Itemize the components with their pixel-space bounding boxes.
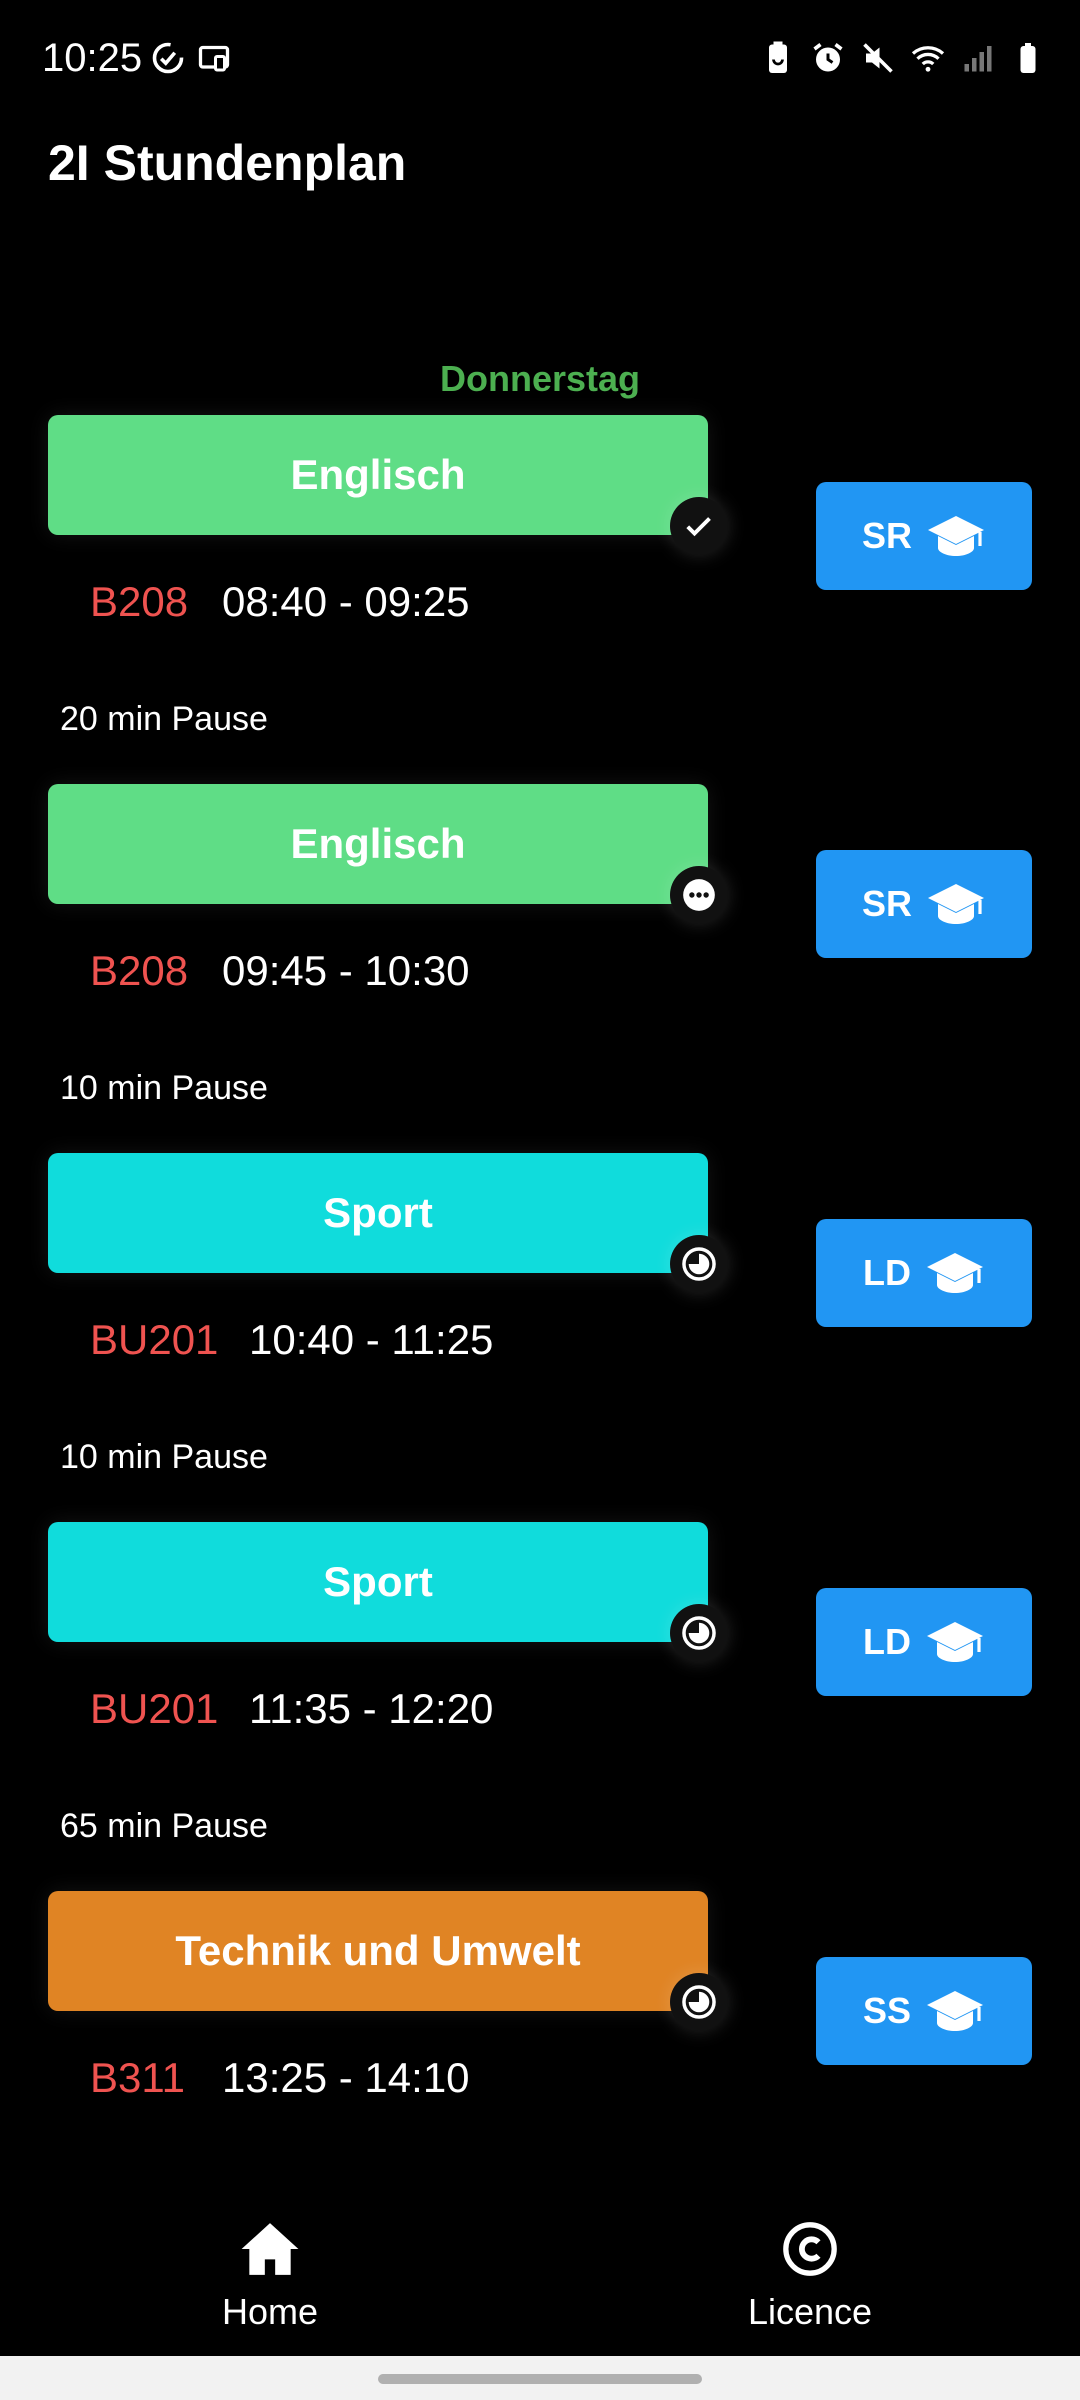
teacher-button[interactable]: LD [816,1219,1032,1327]
app-title: 2I Stundenplan [48,135,407,191]
teacher-initials: LD [863,1621,911,1662]
teacher-button[interactable]: SR [816,482,1032,590]
graduation-cap-icon [927,1622,983,1662]
lesson-card[interactable]: Sport [48,1153,708,1273]
status-time: 10:25 [42,36,143,80]
signal-icon [964,46,992,72]
graduation-cap-icon [928,516,984,556]
nav-home[interactable]: Home [120,2220,420,2333]
pending-icon [682,1616,716,1650]
lesson-status-upcoming [670,1973,728,2031]
cast-icon [198,45,230,72]
lesson-room: BU201 [90,1685,219,1732]
home-icon [241,2223,299,2275]
lesson-subject: Sport [323,1558,433,1605]
lesson-card[interactable]: Englisch [48,784,708,904]
battery-icon [1020,43,1036,73]
copyright-icon [783,2222,837,2276]
lesson-time: 10:40 - 11:25 [249,1316,494,1363]
lesson-card[interactable]: Englisch [48,415,708,535]
lesson-card[interactable]: Sport [48,1522,708,1642]
teacher-initials: LD [863,1252,911,1293]
more-horiz-icon [683,879,715,911]
check-icon [686,517,711,537]
gesture-bar [0,2356,1080,2400]
lesson-card[interactable]: Technik und Umwelt [48,1891,708,2011]
nav-licence[interactable]: Licence [660,2220,960,2333]
day-label-text: Donnerstag [439,358,641,399]
lesson-status-upcoming [670,1604,728,1662]
teacher-button[interactable]: LD [816,1588,1032,1696]
graduation-cap-icon [927,1991,984,2031]
nav-home-label: Home [221,2291,319,2332]
mute-icon [863,43,893,73]
graduation-cap-icon [927,1253,983,1293]
gesture-handle[interactable] [378,2374,702,2384]
nav-licence-label: Licence [747,2291,873,2332]
bottom-navigation: Home Licence [0,2190,1080,2356]
lesson-room: B311 [90,2054,185,2101]
lesson-time: 13:25 - 14:10 [222,2054,470,2101]
lesson-room: BU201 [90,1316,219,1363]
pause-label: 65 min Pause [60,1807,268,1845]
sync-check-icon [152,42,184,74]
wifi-icon [911,46,945,72]
lesson-subject: Sport [323,1189,433,1236]
battery-saver-icon [769,41,787,73]
teacher-initials: SR [861,515,912,556]
teacher-button[interactable]: SR [816,850,1032,958]
lesson-status-done [670,497,728,555]
teacher-button[interactable]: SS [816,1957,1032,2065]
lesson-room: B208 [90,578,189,625]
day-label: Donnerstag [0,358,1080,400]
lesson-time: 09:45 - 10:30 [222,947,470,994]
lesson-room: B208 [90,947,189,994]
graduation-cap-icon [928,884,984,924]
lesson-status-upcoming [670,1235,728,1293]
lesson-subject: Englisch [290,820,466,867]
lesson-time: 08:40 - 09:25 [222,578,470,625]
teacher-initials: SS [862,1990,912,2031]
alarm-icon [813,43,843,72]
lesson-subject: Englisch [290,451,466,498]
pending-icon [682,1247,716,1281]
status-bar: 10:25 [0,0,1080,120]
pause-label: 20 min Pause [60,700,268,738]
lesson-time: 11:35 - 12:20 [249,1685,494,1732]
pending-icon [682,1985,716,2019]
pause-label: 10 min Pause [60,1438,268,1476]
lesson-subject: Technik und Umwelt [175,1927,581,1974]
teacher-initials: SR [861,883,912,924]
pause-label: 10 min Pause [60,1069,268,1107]
lesson-status-running [670,866,728,924]
